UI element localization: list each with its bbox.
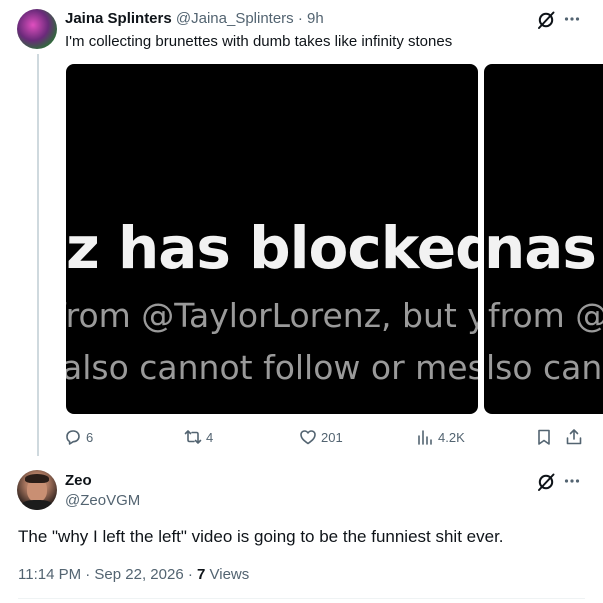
views-label: Views <box>205 566 250 583</box>
more-icon[interactable] <box>563 10 581 28</box>
avatar-hair <box>25 474 49 483</box>
avatar[interactable] <box>17 9 57 49</box>
tweet-text: I'm collecting brunettes with dumb takes… <box>65 33 453 50</box>
author-name[interactable]: Zeo <box>65 472 92 489</box>
grok-icon[interactable] <box>536 10 556 30</box>
repost-icon <box>184 430 202 444</box>
media-image[interactable]: nas b from @ lso can <box>484 64 603 414</box>
share-icon <box>566 429 582 445</box>
tweet-text: The "why I left the left" video is going… <box>18 527 504 546</box>
repost-button[interactable]: 4 <box>184 428 213 446</box>
share-button[interactable] <box>565 428 583 446</box>
avatar[interactable] <box>17 470 57 510</box>
author-name[interactable]: Jaina Splinters <box>65 10 172 27</box>
separator-dot: · <box>293 10 308 27</box>
media-text-line: lso can <box>486 348 603 387</box>
reply-button[interactable]: 6 <box>64 428 93 446</box>
media-image[interactable]: z has blocked from @TaylorLorenz, but y … <box>66 64 478 414</box>
views-button[interactable]: 4.2K <box>416 428 465 446</box>
tweet-time[interactable]: 9h <box>307 10 324 27</box>
views-count: 4.2K <box>438 429 465 445</box>
media-text-line: nas b <box>484 214 603 282</box>
views-icon <box>418 430 432 445</box>
grok-icon[interactable] <box>536 472 556 492</box>
author-handle[interactable]: @Jaina_Splinters <box>176 10 294 27</box>
more-icon[interactable] <box>563 472 581 490</box>
like-count: 201 <box>321 429 343 445</box>
media-text-line: from @TaylorLorenz, but y <box>66 296 478 335</box>
tweet-header: Jaina Splinters @Jaina_Splinters · 9h <box>65 10 324 28</box>
heart-icon <box>300 430 316 445</box>
bookmark-button[interactable] <box>535 428 553 446</box>
tweet-meta: 11:14 PM · Sep 22, 2026 · 7 Views <box>18 566 249 583</box>
reply-count: 6 <box>86 429 94 445</box>
bookmark-icon <box>538 429 550 445</box>
divider <box>18 598 585 599</box>
media-text-line: from @ <box>488 296 603 335</box>
thread-connector-line <box>37 54 39 456</box>
media-text-line: also cannot follow or mess <box>66 348 478 387</box>
author-handle[interactable]: @ZeoVGM <box>65 492 140 509</box>
repost-count: 4 <box>206 429 214 445</box>
avatar-shirt <box>21 500 53 510</box>
tweet-timestamp[interactable]: 11:14 PM · Sep 22, 2026 · <box>18 566 197 583</box>
media-text-line: z has blocked <box>66 214 478 282</box>
like-button[interactable]: 201 <box>299 428 343 446</box>
reply-icon <box>66 430 80 445</box>
